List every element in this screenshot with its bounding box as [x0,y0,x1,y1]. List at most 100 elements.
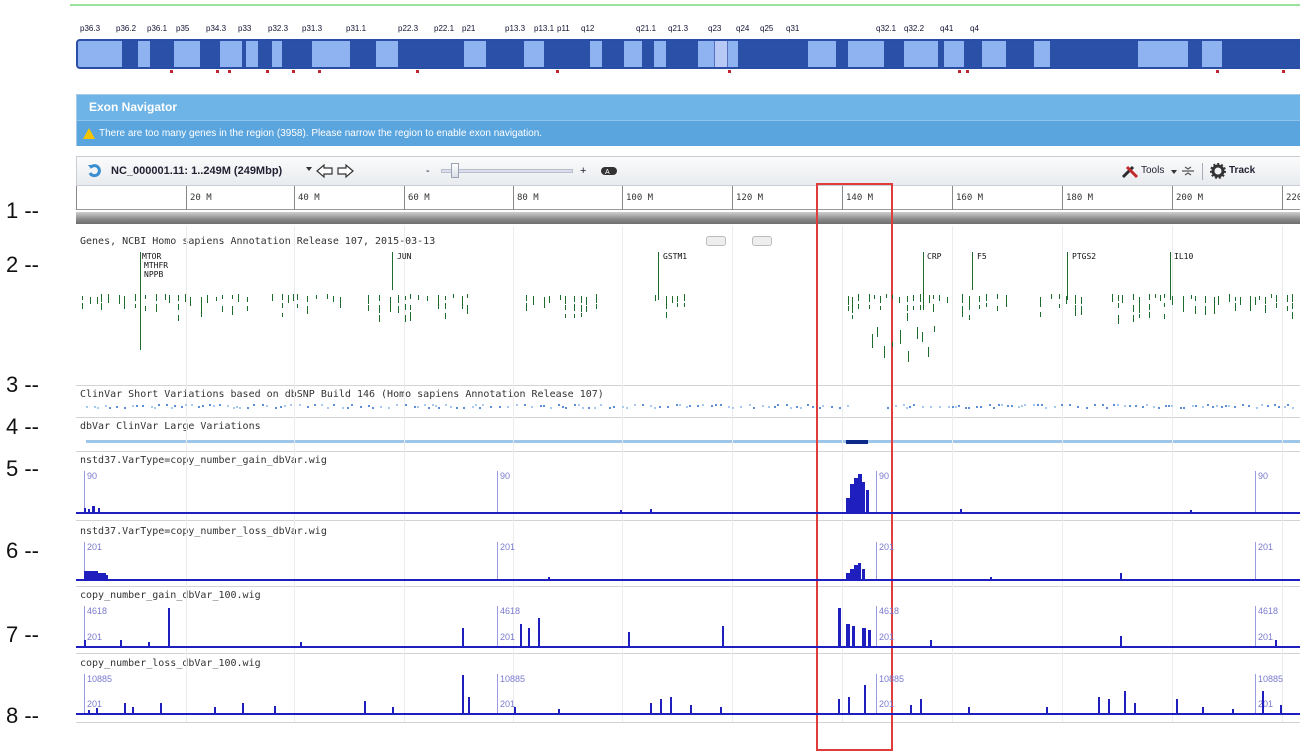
gene-feature[interactable] [907,313,908,321]
wig-bar[interactable] [124,703,126,713]
gene-feature[interactable] [969,304,970,310]
clinvar-variant[interactable] [209,404,211,406]
gene-feature[interactable] [238,294,239,302]
track-close-button[interactable] [752,236,772,246]
gene-feature[interactable] [1195,306,1196,314]
gene-feature[interactable] [858,294,859,301]
gene-feature[interactable] [1292,303,1293,309]
clinvar-variant[interactable] [634,404,636,406]
clinvar-variant[interactable] [774,406,776,408]
gene-feature[interactable] [533,296,534,305]
wig-bar[interactable] [242,703,244,713]
clinvar-variant[interactable] [1287,404,1289,406]
gene-feature[interactable] [1287,295,1288,302]
gene-feature[interactable] [232,306,233,315]
gene-feature[interactable] [913,306,914,310]
clinvar-variant[interactable] [1202,406,1204,408]
wig-bar[interactable] [858,563,861,579]
clinvar-variant[interactable] [1168,405,1170,407]
gene-feature[interactable] [979,305,980,309]
gene-feature[interactable] [232,295,233,299]
zoom-out-button[interactable]: - [426,165,430,177]
clinvar-variant[interactable] [1183,407,1185,409]
gene-feature[interactable] [119,295,120,304]
gene-feature[interactable] [190,297,191,306]
clinvar-variant[interactable] [786,404,788,406]
clinvar-variant[interactable] [588,407,590,409]
gene-feature[interactable] [178,304,179,310]
gene-feature[interactable] [1265,305,1266,313]
clinvar-variant[interactable] [796,406,798,408]
wig-bar[interactable] [514,707,516,713]
gene-feature[interactable] [1081,297,1082,304]
clinvar-variant[interactable] [976,406,978,408]
clinvar-variant[interactable] [202,405,204,407]
clinvar-variant[interactable] [574,404,576,406]
gene-feature[interactable] [368,295,369,304]
wig-bar[interactable] [910,705,912,713]
gene-feature[interactable] [398,295,399,303]
clinvar-variant[interactable] [822,405,824,407]
clinvar-variant[interactable] [968,407,970,409]
clinvar-variant[interactable] [1284,406,1286,408]
wig-bar[interactable] [88,509,90,512]
clinvar-variant[interactable] [307,406,309,408]
clinvar-variant[interactable] [299,404,301,406]
clinvar-variant[interactable] [732,407,734,409]
clinvar-variant[interactable] [105,405,107,407]
gene-feature[interactable] [247,306,248,311]
wig-bar[interactable] [214,707,216,713]
gene-feature[interactable] [1133,294,1134,300]
gene-feature[interactable] [1229,294,1230,302]
gene-feature[interactable] [1271,294,1272,298]
gene-feature[interactable] [672,296,673,303]
clinvar-variant[interactable] [955,406,957,408]
clinvar-variant[interactable] [600,404,602,406]
refresh-icon[interactable] [87,164,103,178]
wig-bar[interactable] [1046,707,1048,713]
wig-bar[interactable] [462,675,464,713]
clinvar-variant[interactable] [839,407,841,409]
gene-feature[interactable] [1235,297,1236,301]
wig-bar[interactable] [862,482,865,512]
clinvar-variant[interactable] [1248,405,1250,407]
clinvar-variant[interactable] [1158,407,1160,409]
clinvar-variant[interactable] [998,404,1000,406]
clinvar-variant[interactable] [327,407,329,409]
clinvar-variant[interactable] [1045,407,1047,409]
clinvar-variant[interactable] [185,404,187,406]
wig-bar[interactable] [148,642,150,646]
gene-feature[interactable] [410,294,411,299]
wig-bar[interactable] [120,640,122,646]
clinvar-variant[interactable] [1024,404,1026,406]
gene-feature[interactable] [108,294,109,303]
gene-feature[interactable] [145,295,146,299]
clinvar-variant[interactable] [347,407,349,409]
gene-feature[interactable] [405,304,406,310]
clinvar-variant[interactable] [939,406,941,408]
clinvar-variant[interactable] [450,406,452,408]
gene-feature[interactable] [1183,296,1184,303]
clinvar-variant[interactable] [116,406,118,408]
wig-bar[interactable] [864,685,866,713]
gene-feature[interactable] [900,330,901,344]
clinvar-variant[interactable] [753,407,755,409]
wig-bar[interactable] [1280,705,1282,713]
clinvar-variant[interactable] [351,404,353,406]
gene-feature[interactable] [565,296,566,304]
wig-bar[interactable] [538,618,540,646]
gene-feature[interactable] [877,327,878,337]
clinvar-variant[interactable] [1278,406,1280,408]
clinvar-variant[interactable] [1234,406,1236,408]
wig-bar[interactable] [548,577,550,579]
clinvar-variant[interactable] [728,406,730,408]
clinvar-variant[interactable] [482,404,484,406]
gene-feature[interactable] [684,303,685,307]
wig-bar[interactable] [1232,709,1234,713]
clinvar-variant[interactable] [777,404,779,406]
gene-feature[interactable] [1149,304,1150,310]
gene-feature[interactable] [418,295,419,300]
gene-feature[interactable] [333,296,334,302]
clinvar-variant[interactable] [831,406,833,408]
wig-bar[interactable] [528,628,530,646]
